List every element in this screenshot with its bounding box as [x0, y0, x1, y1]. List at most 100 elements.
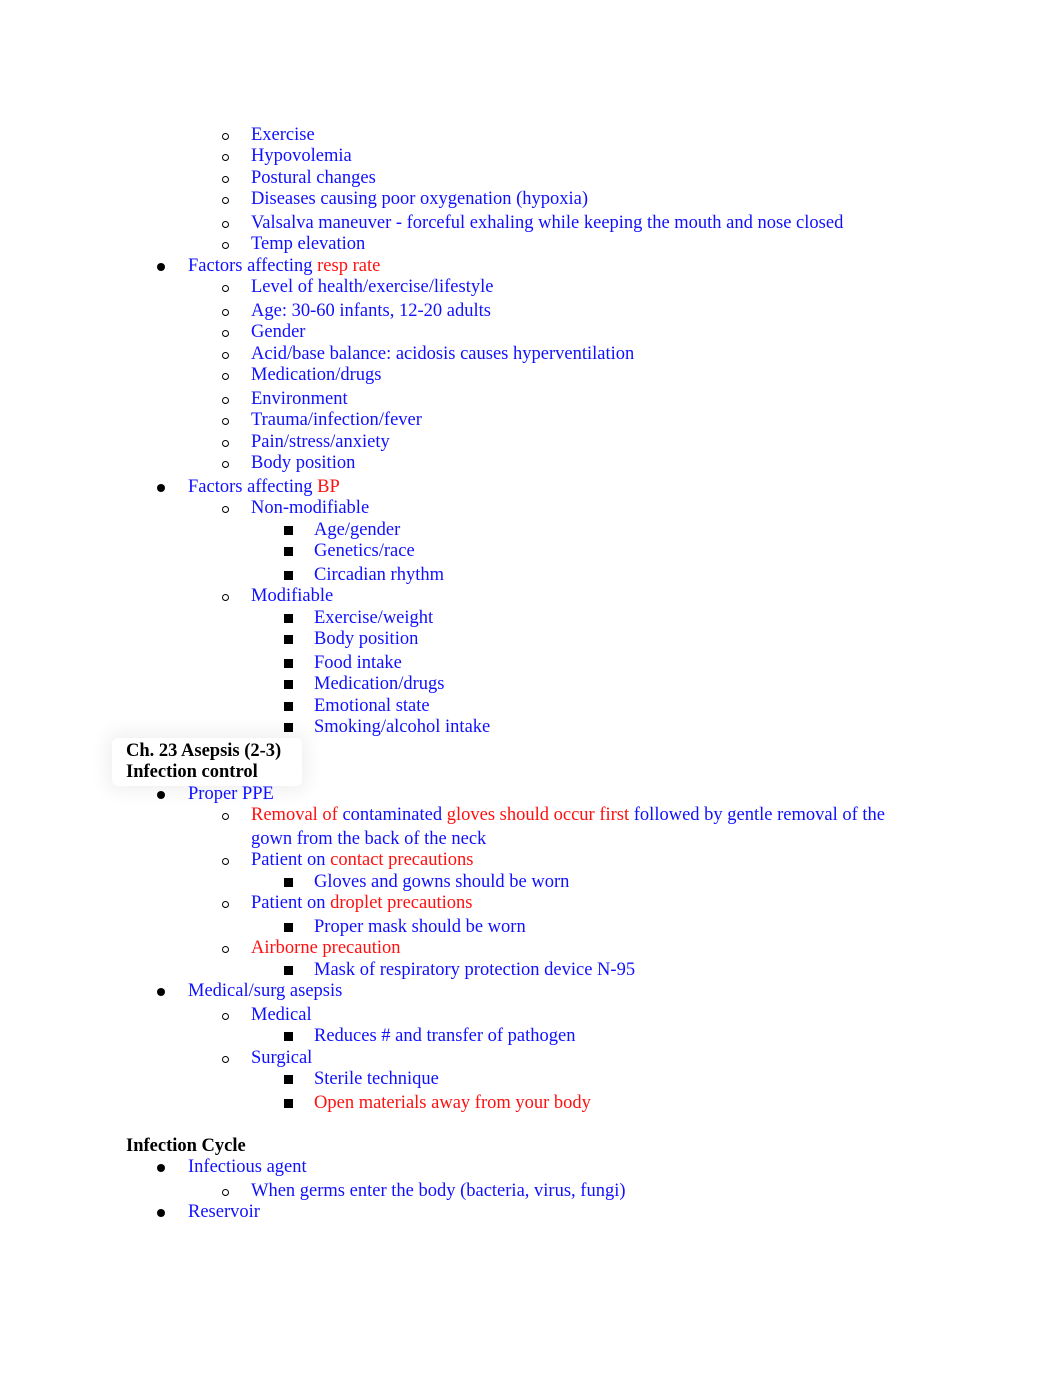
- text-segment: Reservoir: [188, 1202, 260, 1222]
- hollow-circle-bullet-icon: [215, 300, 235, 322]
- hollow-circle-bullet-icon: [215, 1047, 235, 1069]
- item-text: Pain/stress/anxiety: [251, 431, 390, 453]
- text-segment: Proper mask should be worn: [314, 917, 526, 937]
- item-text: Mask of respiratory protection device N-…: [314, 959, 635, 981]
- text-segment: Gender: [251, 322, 306, 342]
- text-segment: Factors affecting: [188, 256, 318, 276]
- text-segment: followed by gentle removal of the: [629, 805, 885, 825]
- item-text: Food intake: [314, 652, 402, 674]
- item-text: Emotional state: [314, 695, 430, 717]
- item-text: Smoking/alcohol intake: [314, 716, 490, 738]
- item-text: Proper PPE: [188, 783, 274, 805]
- hollow-circle-bullet-icon: [215, 212, 235, 234]
- item-text: Factors affecting resp rate: [188, 255, 380, 277]
- hollow-circle-bullet-icon: [215, 145, 235, 167]
- text-segment: Exercise: [251, 125, 315, 145]
- hollow-circle-bullet-icon: [215, 124, 235, 146]
- item-text: Open materials away from your body: [314, 1092, 591, 1114]
- square-bullet-icon: [278, 1068, 298, 1090]
- text-segment: Mask of respiratory protection device N-…: [314, 960, 636, 980]
- text-segment: Infectious agent: [188, 1157, 307, 1177]
- item-text: Surgical: [251, 1047, 312, 1069]
- text-segment: Emotional state: [314, 696, 430, 716]
- item-text: Patient on contact precautions: [251, 849, 473, 871]
- square-bullet-icon: [278, 564, 298, 586]
- text-segment: Postural changes: [251, 168, 376, 188]
- highlighted-text: resp rate: [317, 256, 381, 276]
- item-text: Valsalva maneuver - forceful exhaling wh…: [251, 212, 843, 234]
- text-segment: Modifiable: [251, 586, 334, 606]
- hollow-circle-bullet-icon: [215, 321, 235, 343]
- hollow-circle-bullet-icon: [215, 585, 235, 607]
- item-text: Medical/surg asepsis: [188, 980, 342, 1002]
- text-segment: Genetics/race: [314, 541, 415, 561]
- square-bullet-icon: [278, 871, 298, 893]
- hollow-circle-bullet-icon: [215, 188, 235, 210]
- text-segment: Medical: [251, 1005, 312, 1025]
- text-segment: Acid/base balance: acidosis causes hyper…: [251, 344, 635, 364]
- hollow-circle-bullet-icon: [215, 364, 235, 386]
- text-segment: Body position: [251, 453, 356, 473]
- text-segment: Hypovolemia: [251, 146, 352, 166]
- heading-text: Ch. 23 Asepsis (2-3): [126, 740, 281, 762]
- text-segment: Trauma/infection/fever: [251, 410, 422, 430]
- text-segment: When germs enter the body (bacteria, vir…: [251, 1181, 626, 1201]
- hollow-circle-bullet-icon: [215, 1180, 235, 1202]
- square-bullet-icon: [278, 519, 298, 541]
- text-segment: Exercise/weight: [314, 608, 434, 628]
- hollow-circle-bullet-icon: [215, 937, 235, 959]
- square-bullet-icon: [278, 1025, 298, 1047]
- highlighted-text: BP: [317, 477, 340, 497]
- text-segment: Factors affecting: [188, 477, 318, 497]
- highlighted-text: droplet precautions: [330, 893, 473, 913]
- square-bullet-icon: [278, 695, 298, 717]
- hollow-circle-bullet-icon: [215, 1004, 235, 1026]
- text-segment: Circadian rhythm: [314, 565, 444, 585]
- hollow-circle-bullet-icon: [215, 167, 235, 189]
- filled-circle-bullet-icon: [151, 783, 171, 805]
- item-text: Body position: [251, 452, 355, 474]
- item-text: Medical: [251, 1004, 312, 1026]
- text-segment: Infection Cycle: [126, 1136, 246, 1156]
- filled-circle-bullet-icon: [151, 1201, 171, 1223]
- item-text: Environment: [251, 388, 348, 410]
- hollow-circle-bullet-icon: [215, 388, 235, 410]
- text-segment: Food intake: [314, 653, 402, 673]
- item-text: Genetics/race: [314, 540, 415, 562]
- text-segment: Age/gender: [314, 520, 401, 540]
- text-segment: Reduces # and transfer of pathogen: [314, 1026, 576, 1046]
- hollow-circle-bullet-icon: [215, 497, 235, 519]
- item-text: Removal of contaminated gloves should oc…: [251, 804, 885, 826]
- square-bullet-icon: [278, 716, 298, 738]
- text-segment: Medication/drugs: [314, 674, 445, 694]
- text-segment: Level of health/exercise/lifestyle: [251, 277, 494, 297]
- hollow-circle-bullet-icon: [215, 276, 235, 298]
- hollow-circle-bullet-icon: [215, 233, 235, 255]
- text-segment: Diseases causing poor oxygenation (hypox…: [251, 189, 589, 209]
- filled-circle-bullet-icon: [151, 980, 171, 1002]
- item-text: Reduces # and transfer of pathogen: [314, 1025, 575, 1047]
- square-bullet-icon: [278, 607, 298, 629]
- text-segment: Gloves and gowns should be worn: [314, 872, 570, 892]
- item-text: Exercise/weight: [314, 607, 433, 629]
- text-segment: Surgical: [251, 1048, 313, 1068]
- item-text: Infectious agent: [188, 1156, 307, 1178]
- item-text: Gender: [251, 321, 305, 343]
- text-segment: Medical/surg asepsis: [188, 981, 343, 1001]
- text-segment: Temp elevation: [251, 234, 366, 254]
- item-text: Reservoir: [188, 1201, 260, 1223]
- item-text: Airborne precaution: [251, 937, 400, 959]
- item-text: When germs enter the body (bacteria, vir…: [251, 1180, 626, 1202]
- highlighted-text: contact precautions: [330, 850, 474, 870]
- text-segment: Patient on: [251, 893, 331, 913]
- hollow-circle-bullet-icon: [215, 804, 235, 826]
- square-bullet-icon: [278, 652, 298, 674]
- text-segment: Patient on: [251, 850, 331, 870]
- item-text: gown from the back of the neck: [251, 828, 486, 850]
- item-text: Sterile technique: [314, 1068, 439, 1090]
- square-bullet-icon: [278, 916, 298, 938]
- text-segment: gown from the back of the neck: [251, 829, 487, 849]
- highlighted-text: Airborne precaution: [251, 938, 401, 958]
- square-bullet-icon: [278, 959, 298, 981]
- text-segment: Age: 30-60 infants, 12-20 adults: [251, 301, 491, 321]
